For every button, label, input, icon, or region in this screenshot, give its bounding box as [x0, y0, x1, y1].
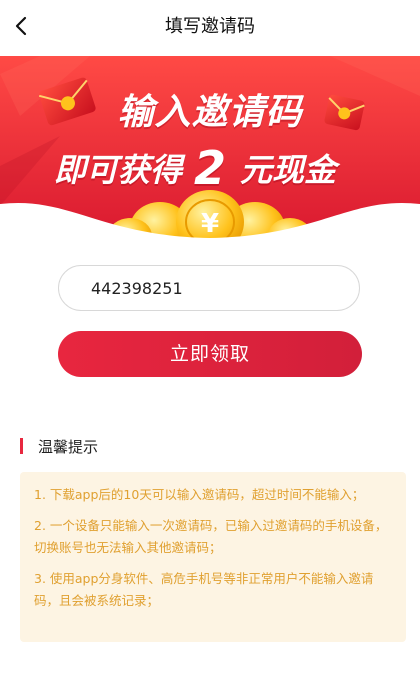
svg-text:¥: ¥ — [201, 209, 219, 239]
nav-bar: 填写邀请码 — [0, 0, 420, 50]
banner-subheadline: 即可获得 2 元现金 — [54, 138, 337, 195]
promo-banner: ¥ 输入邀请码 即可获得 2 元现金 — [0, 56, 420, 246]
tip-item: 3. 使用app分身软件、高危手机号等非正常用户不能输入邀请码，且会被系统记录； — [34, 571, 374, 608]
tip-item: 2. 一个设备只能输入一次邀请码，已输入过邀请码的手机设备，切换账号也无法输入其… — [34, 518, 388, 555]
banner-prefix: 即可获得 — [54, 151, 183, 189]
invite-code-input[interactable] — [58, 265, 360, 311]
tips-box: 1. 下载app后的10天可以输入邀请码，超过时间不能输入； 2. 一个设备只能… — [20, 472, 406, 642]
banner-suffix: 元现金 — [240, 151, 337, 189]
banner-headline: 输入邀请码 — [117, 92, 303, 133]
claim-button[interactable]: 立即领取 — [58, 331, 362, 377]
tip-item: 1. 下载app后的10天可以输入邀请码，超过时间不能输入； — [34, 487, 365, 502]
reward-amount: 2 — [194, 141, 227, 195]
tips-title: 温馨提示 — [38, 438, 99, 456]
page-title: 填写邀请码 — [165, 16, 255, 37]
tips-accent-bar — [20, 438, 23, 454]
